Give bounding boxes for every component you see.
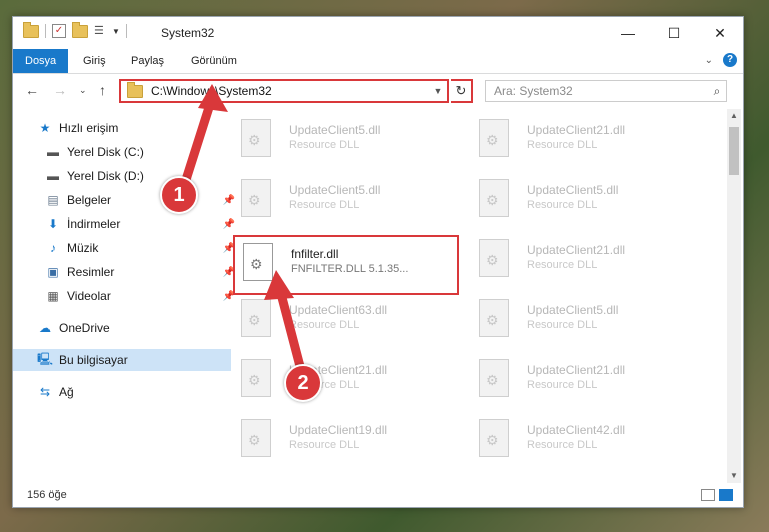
arrow-to-address-bar [179, 93, 217, 191]
callout-badge-1: 1 [160, 176, 198, 214]
callout-badge-2: 2 [284, 364, 322, 402]
arrow-to-file [275, 285, 307, 379]
annotation-arrows [179, 84, 307, 379]
arrow-head-2 [264, 270, 294, 300]
arrow-head-1 [198, 84, 228, 112]
